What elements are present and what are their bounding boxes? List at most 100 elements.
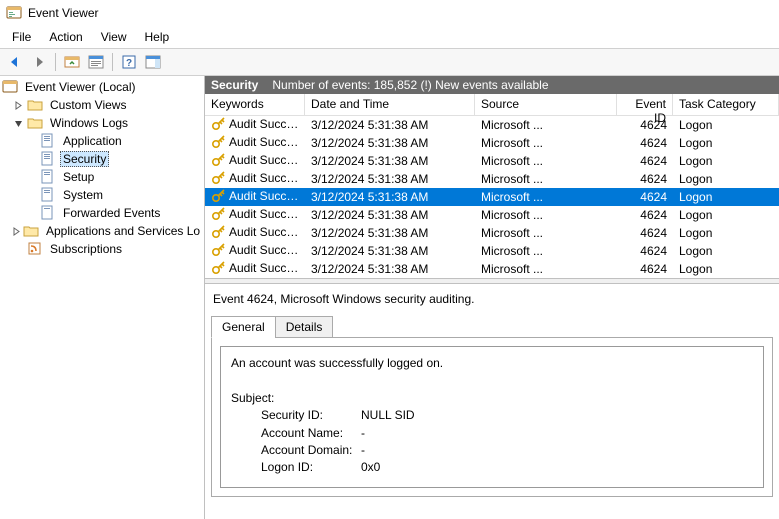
col-taskcategory[interactable]: Task Category: [673, 94, 779, 115]
toolbar: ?: [0, 48, 779, 76]
tree-pane[interactable]: Event Viewer (Local) Custom Views Window…: [0, 76, 205, 519]
detail-title: Event 4624, Microsoft Windows security a…: [211, 290, 773, 308]
tree-forwarded[interactable]: Forwarded Events: [0, 204, 204, 222]
cell-source: Microsoft ...: [475, 154, 617, 168]
cell-source: Microsoft ...: [475, 172, 617, 186]
table-row[interactable]: Audit Success3/12/2024 5:31:38 AMMicroso…: [205, 134, 779, 152]
cell-keywords: Audit Success: [229, 189, 305, 203]
table-row[interactable]: Audit Success3/12/2024 5:31:38 AMMicroso…: [205, 260, 779, 278]
cell-keywords: Audit Success: [229, 225, 305, 239]
events-category: Security: [211, 78, 258, 92]
key-icon: [211, 261, 227, 277]
cell-source: Microsoft ...: [475, 244, 617, 258]
cell-eventid: 4624: [617, 190, 673, 204]
table-row[interactable]: Audit Success3/12/2024 5:31:38 AMMicroso…: [205, 188, 779, 206]
events-count: Number of events: 185,852 (!) New events…: [272, 78, 548, 92]
list-header[interactable]: Keywords Date and Time Source Event ID T…: [205, 94, 779, 116]
key-icon: [211, 225, 227, 241]
table-row[interactable]: Audit Success3/12/2024 5:31:38 AMMicroso…: [205, 206, 779, 224]
log-icon: [40, 169, 56, 185]
cell-eventid: 4624: [617, 118, 673, 132]
cell-datetime: 3/12/2024 5:31:38 AM: [305, 262, 475, 276]
cell-taskcategory: Logon: [673, 172, 779, 186]
cell-datetime: 3/12/2024 5:31:38 AM: [305, 208, 475, 222]
table-row[interactable]: Audit Success3/12/2024 5:31:38 AMMicroso…: [205, 242, 779, 260]
cell-source: Microsoft ...: [475, 226, 617, 240]
events-list[interactable]: Keywords Date and Time Source Event ID T…: [205, 94, 779, 278]
cell-eventid: 4624: [617, 262, 673, 276]
cell-source: Microsoft ...: [475, 190, 617, 204]
table-row[interactable]: Audit Success3/12/2024 5:31:38 AMMicroso…: [205, 116, 779, 134]
tree-subscriptions[interactable]: Subscriptions: [0, 240, 204, 258]
menu-help[interactable]: Help: [137, 28, 178, 46]
tree-app-services[interactable]: Applications and Services Lo: [0, 222, 204, 240]
cell-datetime: 3/12/2024 5:31:38 AM: [305, 226, 475, 240]
cell-taskcategory: Logon: [673, 244, 779, 258]
cell-datetime: 3/12/2024 5:31:38 AM: [305, 136, 475, 150]
folder-icon: [27, 97, 43, 113]
table-row[interactable]: Audit Success3/12/2024 5:31:38 AMMicroso…: [205, 152, 779, 170]
back-button[interactable]: [4, 51, 26, 73]
cell-eventid: 4624: [617, 226, 673, 240]
log-icon: [40, 133, 56, 149]
tree-setup[interactable]: Setup: [0, 168, 204, 186]
key-icon: [211, 207, 227, 223]
cell-source: Microsoft ...: [475, 262, 617, 276]
cell-keywords: Audit Success: [229, 171, 305, 185]
window-title: Event Viewer: [28, 6, 98, 20]
tab-general[interactable]: General: [211, 316, 276, 338]
cell-taskcategory: Logon: [673, 190, 779, 204]
cell-taskcategory: Logon: [673, 136, 779, 150]
log-icon: [40, 151, 56, 167]
tree-security[interactable]: Security: [0, 150, 204, 168]
expand-icon[interactable]: [12, 99, 25, 112]
tree-custom-views[interactable]: Custom Views: [0, 96, 204, 114]
col-datetime[interactable]: Date and Time: [305, 94, 475, 115]
key-icon: [211, 153, 227, 169]
cell-keywords: Audit Success: [229, 117, 305, 131]
menu-action[interactable]: Action: [41, 28, 90, 46]
cell-datetime: 3/12/2024 5:31:38 AM: [305, 154, 475, 168]
action-pane-button[interactable]: [142, 51, 164, 73]
cell-eventid: 4624: [617, 136, 673, 150]
tree-application[interactable]: Application: [0, 132, 204, 150]
table-row[interactable]: Audit Success3/12/2024 5:31:38 AMMicroso…: [205, 170, 779, 188]
key-icon: [211, 135, 227, 151]
cell-keywords: Audit Success: [229, 153, 305, 167]
app-icon: [6, 5, 22, 21]
tree-root[interactable]: Event Viewer (Local): [0, 78, 204, 96]
cell-eventid: 4624: [617, 244, 673, 258]
help-button[interactable]: ?: [118, 51, 140, 73]
events-header: Security Number of events: 185,852 (!) N…: [205, 76, 779, 94]
cell-datetime: 3/12/2024 5:31:38 AM: [305, 244, 475, 258]
collapse-icon[interactable]: [12, 117, 25, 130]
cell-keywords: Audit Success: [229, 243, 305, 257]
cell-taskcategory: Logon: [673, 208, 779, 222]
detail-pane: Event 4624, Microsoft Windows security a…: [205, 284, 779, 519]
col-source[interactable]: Source: [475, 94, 617, 115]
show-hide-tree-button[interactable]: [61, 51, 83, 73]
cell-source: Microsoft ...: [475, 136, 617, 150]
table-row[interactable]: Audit Success3/12/2024 5:31:38 AMMicroso…: [205, 224, 779, 242]
forward-button[interactable]: [28, 51, 50, 73]
toolbar-separator: [112, 53, 113, 71]
col-keywords[interactable]: Keywords: [205, 94, 305, 115]
menu-bar: File Action View Help: [0, 26, 779, 48]
tab-details[interactable]: Details: [275, 316, 334, 338]
detail-text[interactable]: An account was successfully logged on. S…: [220, 346, 764, 488]
cell-datetime: 3/12/2024 5:31:38 AM: [305, 190, 475, 204]
cell-source: Microsoft ...: [475, 118, 617, 132]
tree-system[interactable]: System: [0, 186, 204, 204]
cell-taskcategory: Logon: [673, 226, 779, 240]
key-icon: [211, 243, 227, 259]
col-eventid[interactable]: Event ID: [617, 94, 673, 115]
detail-body: An account was successfully logged on. S…: [211, 337, 773, 497]
expand-icon[interactable]: [12, 225, 21, 238]
subscriptions-icon: [27, 241, 43, 257]
tree-windows-logs[interactable]: Windows Logs: [0, 114, 204, 132]
log-icon: [40, 205, 56, 221]
properties-button[interactable]: [85, 51, 107, 73]
cell-eventid: 4624: [617, 154, 673, 168]
menu-view[interactable]: View: [93, 28, 135, 46]
menu-file[interactable]: File: [4, 28, 39, 46]
